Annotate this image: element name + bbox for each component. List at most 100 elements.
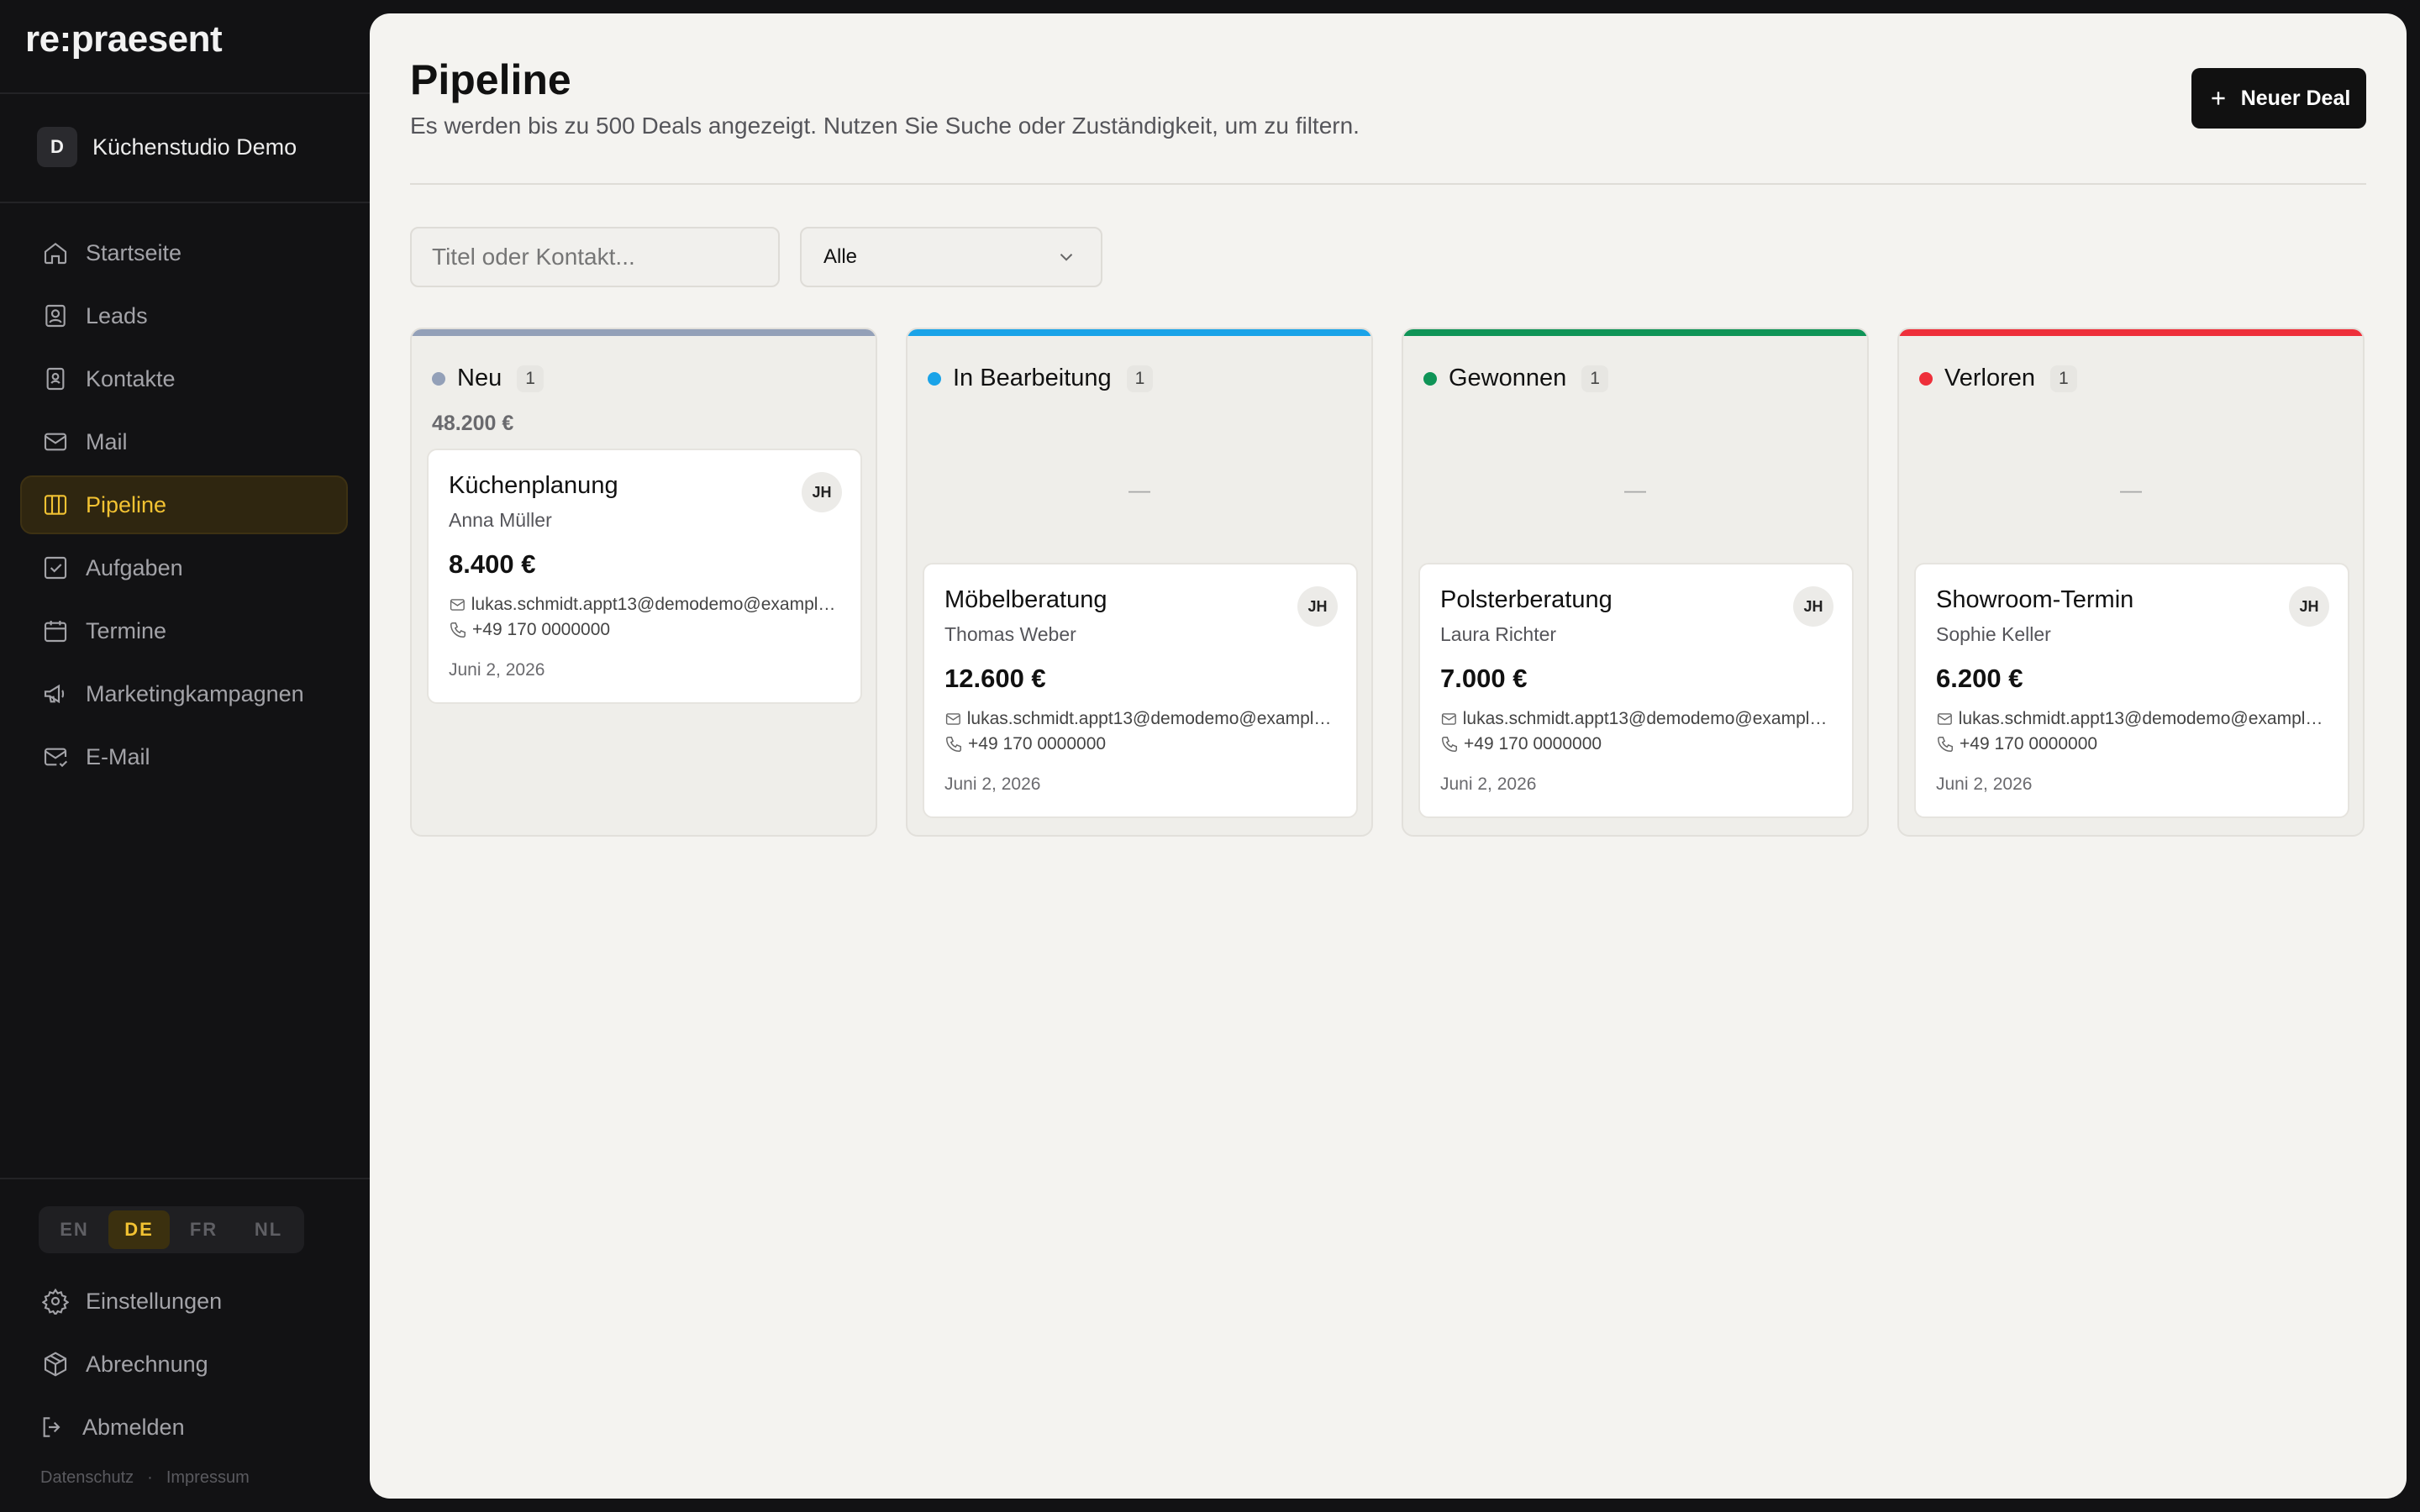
deal-phone-text: +49 170 0000000 [1464,734,1602,753]
sidebar-item-mail[interactable]: Mail [20,412,348,471]
deal-email: lukas.schmidt.appt13@demodemo@example.co… [1936,709,2331,729]
logout-icon [43,1417,60,1437]
sidebar-item-leads[interactable]: Leads [20,286,348,345]
owner-avatar: JH [2289,586,2329,627]
deal-contact: Thomas Weber [944,623,1076,645]
deal-email-text: lukas.schmidt.appt13@demodemo@example.co… [471,595,844,614]
deal-email: lukas.schmidt.appt13@demodemo@example.co… [1440,709,1835,729]
deal-card[interactable]: Showroom-Termin Sophie Keller 6.200 € lu… [1914,563,2349,818]
divider [0,1178,370,1179]
owner-avatar: JH [1297,586,1338,627]
lang-nl-button[interactable]: NL [238,1210,299,1249]
column-header: Verloren 1 [1919,365,2077,392]
sidebar: re:praesent D Küchenstudio Demo Startsei… [0,0,370,1512]
pipeline-column-in-bearbeitung: In Bearbeitung 1 — Möbelberatung Thomas … [906,328,1373,837]
deal-phone-text: +49 170 0000000 [1960,734,2098,753]
new-deal-button[interactable]: Neuer Deal [2191,68,2366,129]
column-sum: 48.200 € [432,412,514,435]
column-color-bar [1403,329,1867,336]
sidebar-item-label: Abrechnung [86,1351,208,1377]
column-color-bar [908,329,1371,336]
column-header: In Bearbeitung 1 [928,365,1154,392]
lang-en-button[interactable]: EN [44,1210,105,1249]
deal-title: Polsterberatung [1440,586,1612,613]
sidebar-item-label: Kontakte [86,365,176,391]
footer-separator: · [147,1468,153,1487]
column-empty-placeholder: — [2120,477,2142,502]
sidebar-item-label: Aufgaben [86,554,183,580]
sidebar-item-label: Einstellungen [86,1288,223,1314]
sidebar-item-pipeline[interactable]: Pipeline [20,475,348,534]
deal-card[interactable]: Möbelberatung Thomas Weber 12.600 € luka… [923,563,1358,818]
deal-title: Möbelberatung [944,586,1107,613]
plus-icon [2212,92,2225,105]
brand-logo[interactable]: re:praesent [25,18,223,60]
deal-amount: 12.600 € [944,664,1046,693]
gear-icon [42,1288,69,1315]
lang-fr-button[interactable]: FR [173,1210,234,1249]
address-book-icon [46,367,65,391]
sidebar-item-termine[interactable]: Termine [20,601,348,660]
column-color-bar [1899,329,2363,336]
contact-card-icon [45,304,66,328]
deal-date: Juni 2, 2026 [944,774,1041,794]
sidebar-item-startseite[interactable]: Startseite [20,223,348,282]
checkbox-icon [44,556,67,580]
logout-button[interactable]: Abmelden [20,1398,348,1457]
deal-email-text: lukas.schmidt.appt13@demodemo@example.co… [1462,709,1835,728]
sidebar-item-e-mail[interactable]: E-Mail [20,727,348,786]
sidebar-item-kontakte[interactable]: Kontakte [20,349,348,408]
deal-date: Juni 2, 2026 [1936,774,2033,794]
deal-phone: +49 170 0000000 [449,620,844,640]
workspace-switcher[interactable]: D Küchenstudio Demo [37,126,297,168]
mail-check-icon [44,748,68,768]
owner-avatar: JH [802,472,842,512]
lang-de-button[interactable]: DE [108,1210,170,1249]
column-color-bar [412,329,876,336]
column-count-badge: 1 [2050,365,2077,392]
sidebar-item-aufgaben[interactable]: Aufgaben [20,538,348,597]
page-subtitle: Es werden bis zu 500 Deals angezeigt. Nu… [410,113,1360,139]
sidebar-item-label: Mail [86,428,128,454]
owner-filter-select[interactable]: Alle [800,227,1102,287]
sidebar-item-einstellungen[interactable]: Einstellungen [20,1272,348,1331]
sidebar-item-label: Marketingkampagnen [86,680,304,706]
workspace-avatar: D [37,127,77,167]
deal-phone-text: +49 170 0000000 [472,620,611,639]
deal-card[interactable]: Polsterberatung Laura Richter 7.000 € lu… [1418,563,1854,818]
imprint-link[interactable]: Impressum [166,1468,250,1488]
mail-icon [450,599,465,611]
page-title: Pipeline [410,56,571,103]
search-input[interactable] [410,227,780,287]
sidebar-item-marketingkampagnen[interactable]: Marketingkampagnen [20,664,348,723]
column-header: Gewonnen 1 [1423,365,1608,392]
deal-date: Juni 2, 2026 [1440,774,1537,794]
sidebar-item-label: Abmelden [82,1414,185,1440]
mail-icon [945,713,960,725]
divider [0,202,370,203]
deal-contact: Anna Müller [449,509,552,531]
phone-icon [450,622,466,638]
deal-card[interactable]: Küchenplanung Anna Müller 8.400 € lukas.… [427,449,862,704]
kanban-icon [44,495,67,515]
mail-icon [1441,713,1456,725]
sidebar-item-label: Startseite [86,239,182,265]
sidebar-item-label: E-Mail [86,743,150,769]
sidebar-item-label: Pipeline [86,491,167,517]
column-title: In Bearbeitung [953,365,1112,391]
workspace-name: Küchenstudio Demo [92,134,297,160]
column-title: Neu [457,365,502,391]
column-empty-placeholder: — [1624,477,1646,502]
privacy-link[interactable]: Datenschutz [40,1468,134,1488]
deal-title: Showroom-Termin [1936,586,2134,613]
megaphone-icon [44,684,65,704]
sidebar-item-label: Termine [86,617,167,643]
calendar-icon [44,621,67,643]
deal-title: Küchenplanung [449,472,618,499]
sidebar-item-abrechnung[interactable]: Abrechnung [20,1335,348,1394]
owner-filter-value: Alle [823,245,858,268]
deal-amount: 6.200 € [1936,664,2023,693]
pipeline-column-gewonnen: Gewonnen 1 — Polsterberatung Laura Richt… [1402,328,1869,837]
column-title: Gewonnen [1449,365,1567,391]
language-switcher: EN DE FR NL [39,1206,304,1253]
